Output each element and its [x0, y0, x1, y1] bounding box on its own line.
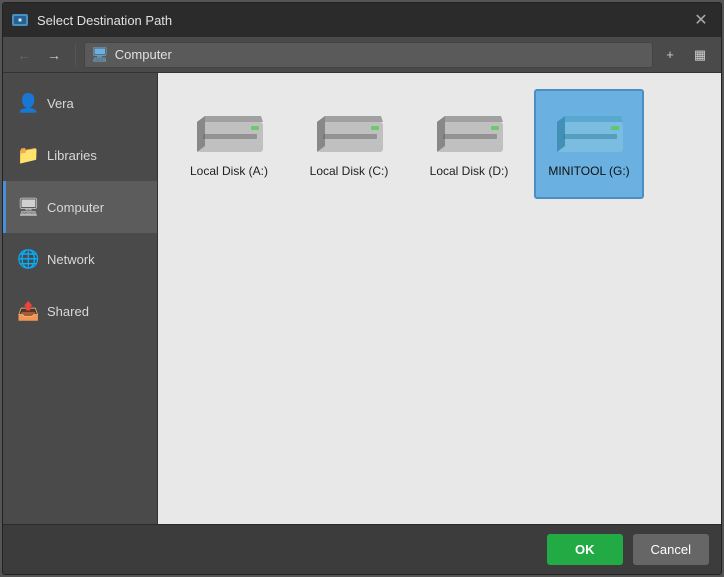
- sidebar-label-vera: Vera: [47, 96, 74, 111]
- network-icon: 🌐: [17, 249, 39, 270]
- toolbar-right-buttons: + ▦: [657, 42, 713, 68]
- file-label-disk-g: MINITOOL (G:): [548, 164, 629, 178]
- grid-view-button[interactable]: ▦: [687, 42, 713, 68]
- hdd-icon-disk-a: [195, 110, 263, 158]
- hdd-icon-disk-c: [315, 110, 383, 158]
- file-item-disk-c[interactable]: Local Disk (C:): [294, 89, 404, 199]
- sidebar-label-computer: Computer: [47, 200, 104, 215]
- file-item-disk-d[interactable]: Local Disk (D:): [414, 89, 524, 199]
- computer-icon: 🖥: [17, 197, 39, 218]
- location-computer-icon: 🖥: [91, 46, 109, 63]
- file-area: Local Disk (A:) Local Disk (C:) Local Di…: [158, 73, 721, 524]
- bottom-bar: OK Cancel: [3, 524, 721, 574]
- content-area: 👤 Vera 📁 Libraries 🖥 Computer 🌐 Network …: [3, 73, 721, 524]
- sidebar-label-network: Network: [47, 252, 95, 267]
- file-label-disk-a: Local Disk (A:): [190, 164, 268, 178]
- sidebar-item-computer[interactable]: 🖥 Computer: [3, 181, 157, 233]
- forward-button[interactable]: →: [41, 42, 67, 68]
- file-item-disk-g[interactable]: MINITOOL (G:): [534, 89, 644, 199]
- app-icon: [11, 11, 29, 29]
- back-button[interactable]: ←: [11, 42, 37, 68]
- file-item-disk-a[interactable]: Local Disk (A:): [174, 89, 284, 199]
- dialog-title: Select Destination Path: [37, 13, 689, 28]
- toolbar: ← → 🖥 Computer + ▦: [3, 37, 721, 73]
- libraries-icon: 📁: [17, 145, 39, 166]
- cancel-button[interactable]: Cancel: [633, 534, 709, 565]
- sidebar-item-shared[interactable]: 📤 Shared: [3, 285, 157, 337]
- file-label-disk-c: Local Disk (C:): [310, 164, 389, 178]
- toolbar-separator: [75, 44, 76, 66]
- sidebar-item-vera[interactable]: 👤 Vera: [3, 77, 157, 129]
- shared-icon: 📤: [17, 301, 39, 322]
- hdd-icon-disk-g: [555, 110, 623, 158]
- vera-icon: 👤: [17, 93, 39, 114]
- sidebar-item-network[interactable]: 🌐 Network: [3, 233, 157, 285]
- sidebar-label-shared: Shared: [47, 304, 89, 319]
- sidebar-label-libraries: Libraries: [47, 148, 97, 163]
- sidebar: 👤 Vera 📁 Libraries 🖥 Computer 🌐 Network …: [3, 73, 158, 524]
- sidebar-item-libraries[interactable]: 📁 Libraries: [3, 129, 157, 181]
- hdd-icon-disk-d: [435, 110, 503, 158]
- location-text: Computer: [115, 47, 172, 62]
- location-bar: 🖥 Computer: [84, 42, 653, 68]
- ok-button[interactable]: OK: [547, 534, 623, 565]
- title-bar: Select Destination Path ✕: [3, 3, 721, 37]
- file-label-disk-d: Local Disk (D:): [430, 164, 509, 178]
- add-view-button[interactable]: +: [657, 42, 683, 68]
- dialog-window: Select Destination Path ✕ ← → 🖥 Computer…: [2, 2, 722, 575]
- close-button[interactable]: ✕: [689, 8, 713, 32]
